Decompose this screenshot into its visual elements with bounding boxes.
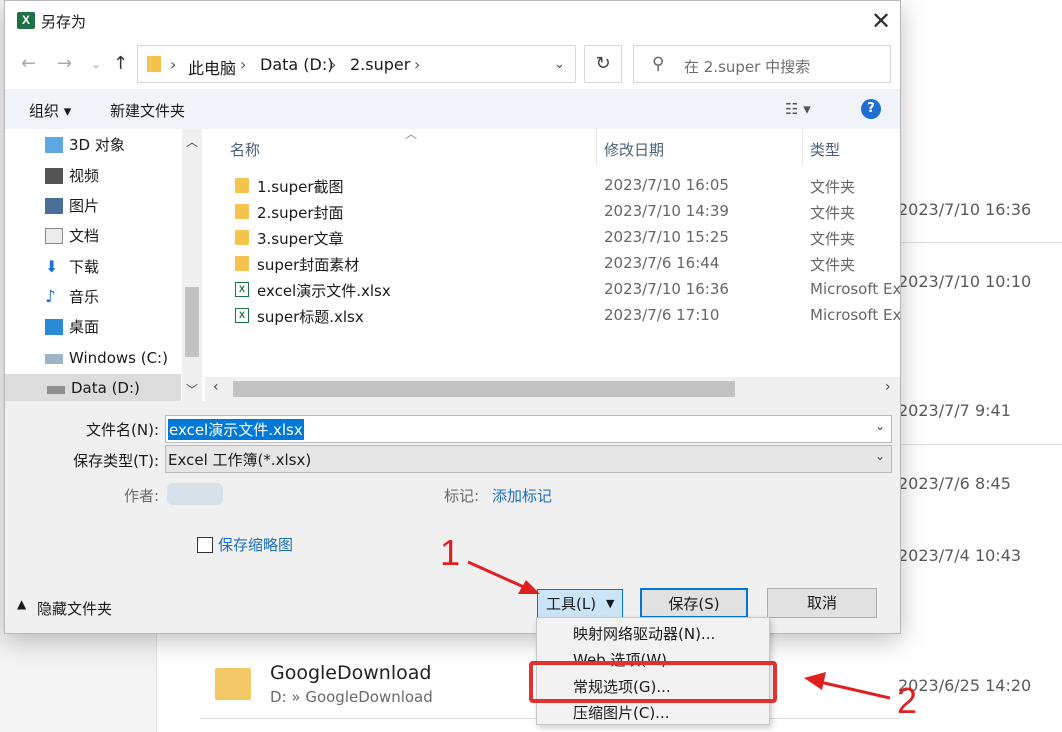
annotation-arrow-1 <box>467 560 527 590</box>
annotation-arrows <box>467 560 891 700</box>
annotation-arrow-2 <box>819 680 891 700</box>
annotation-arrowhead-2 <box>804 672 826 690</box>
